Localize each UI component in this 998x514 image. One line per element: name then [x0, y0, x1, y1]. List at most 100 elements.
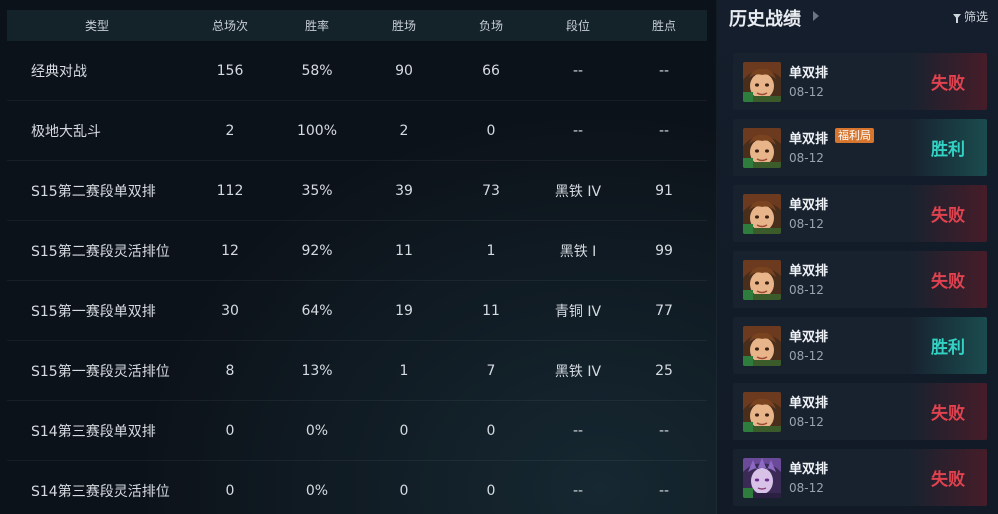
champion-avatar: [743, 326, 781, 366]
champion-avatar: [743, 62, 781, 102]
cell-type: S15第二赛段单双排: [31, 183, 156, 200]
stats-table-header: 类型 总场次 胜率 胜场 负场 段位 胜点: [7, 10, 707, 41]
cell-total-games: 12: [221, 242, 239, 259]
level-indicator: [743, 422, 753, 432]
cell-league-points: --: [658, 482, 670, 499]
level-indicator: [743, 224, 753, 234]
filter-button[interactable]: 筛选: [952, 8, 988, 25]
match-result: 胜利: [909, 119, 987, 176]
match-mode: 单双排: [789, 396, 829, 411]
cell-type: S15第二赛段灵活排位: [31, 243, 170, 260]
champion-avatar: [743, 458, 781, 498]
header-losses: 负场: [478, 19, 503, 33]
cell-win-rate: 58%: [301, 62, 333, 79]
level-indicator: [743, 92, 753, 102]
stats-table-body: 经典对战 156 58% 90 66 -- -- 极地大乱斗 2 100% 2 …: [7, 41, 707, 514]
table-row: S15第二赛段灵活排位 12 92% 11 1 黑铁 Ⅰ 99: [7, 221, 707, 281]
cell-wins: 0: [399, 422, 409, 439]
cell-losses: 0: [486, 422, 496, 439]
cell-type: 极地大乱斗: [31, 123, 101, 140]
match-date: 08-12: [789, 283, 824, 297]
match-card[interactable]: 单双排 08-12 失败: [733, 383, 987, 440]
table-row: S15第二赛段单双排 112 35% 39 73 黑铁 IV 91: [7, 161, 707, 221]
cell-rank: --: [572, 62, 584, 79]
match-date: 08-12: [789, 481, 824, 495]
match-mode: 单双排: [789, 330, 829, 345]
level-indicator: [743, 158, 753, 168]
cell-total-games: 112: [216, 182, 244, 199]
chevron-right-icon[interactable]: [813, 11, 819, 21]
cell-wins: 2: [399, 122, 409, 139]
cell-rank: 黑铁 IV: [554, 183, 602, 200]
match-result: 失败: [909, 383, 987, 440]
cell-losses: 7: [486, 362, 496, 379]
level-indicator: [743, 488, 753, 498]
cell-losses: 66: [482, 62, 500, 79]
cell-total-games: 156: [216, 62, 244, 79]
champion-avatar: [743, 260, 781, 300]
cell-wins: 0: [399, 482, 409, 499]
cell-win-rate: 35%: [301, 182, 333, 199]
table-row: S14第三赛段单双排 0 0% 0 0 -- --: [7, 401, 707, 461]
match-mode: 单双排: [789, 264, 829, 279]
cell-type: 经典对战: [31, 63, 87, 80]
app-root: 类型 总场次 胜率 胜场 负场 段位 胜点 经典对战 156 58% 90 66…: [0, 0, 998, 514]
match-result: 失败: [909, 251, 987, 308]
cell-league-points: 25: [655, 362, 673, 379]
cell-league-points: --: [658, 422, 670, 439]
cell-type: S14第三赛段单双排: [31, 423, 156, 440]
champion-avatar: [743, 194, 781, 234]
match-date: 08-12: [789, 151, 824, 165]
match-result: 失败: [909, 53, 987, 110]
match-history-panel: 历史战绩 筛选 单双排 08-12 失败 单双排 福利局 08-12 胜利 单双排 08-12 失…: [717, 0, 998, 514]
match-date: 08-12: [789, 217, 824, 231]
match-result: 胜利: [909, 317, 987, 374]
match-mode: 单双排: [789, 66, 829, 81]
stats-table: 类型 总场次 胜率 胜场 负场 段位 胜点 经典对战 156 58% 90 66…: [0, 0, 716, 514]
cell-type: S15第一赛段灵活排位: [31, 363, 170, 380]
cell-win-rate: 0%: [305, 482, 329, 499]
cell-total-games: 8: [225, 362, 235, 379]
match-history-title[interactable]: 历史战绩: [729, 5, 801, 31]
funnel-icon: [952, 14, 961, 23]
cell-rank: 黑铁 IV: [554, 363, 602, 380]
match-mode: 单双排: [789, 132, 829, 147]
match-list: 单双排 08-12 失败 单双排 福利局 08-12 胜利 单双排 08-12 失败 单双排 08-1…: [733, 53, 987, 514]
filter-label: 筛选: [963, 10, 988, 24]
cell-losses: 0: [486, 122, 496, 139]
match-card[interactable]: 单双排 08-12 胜利: [733, 317, 987, 374]
match-card[interactable]: 单双排 08-12 失败: [733, 53, 987, 110]
cell-total-games: 0: [225, 482, 235, 499]
match-card[interactable]: 单双排 08-12 失败: [733, 185, 987, 242]
header-type: 类型: [84, 19, 109, 33]
cell-wins: 11: [395, 242, 413, 259]
match-result: 失败: [909, 185, 987, 242]
cell-losses: 11: [482, 302, 500, 319]
cell-rank: 青铜 IV: [554, 303, 602, 320]
cell-total-games: 30: [221, 302, 239, 319]
header-league-points: 胜点: [651, 19, 676, 33]
table-row: S15第一赛段灵活排位 8 13% 1 7 黑铁 IV 25: [7, 341, 707, 401]
match-card[interactable]: 单双排 08-12 失败: [733, 449, 987, 506]
cell-rank: --: [572, 482, 584, 499]
match-card[interactable]: 单双排 08-12 失败: [733, 251, 987, 308]
table-row: S15第一赛段单双排 30 64% 19 11 青铜 IV 77: [7, 281, 707, 341]
level-indicator: [743, 290, 753, 300]
table-row: S14第三赛段灵活排位 0 0% 0 0 -- --: [7, 461, 707, 514]
match-mode: 单双排: [789, 462, 829, 477]
cell-rank: --: [572, 122, 584, 139]
cell-wins: 19: [395, 302, 413, 319]
header-win-rate: 胜率: [304, 19, 329, 33]
header-rank: 段位: [565, 19, 590, 33]
cell-losses: 1: [486, 242, 496, 259]
cell-win-rate: 13%: [301, 362, 333, 379]
cell-league-points: --: [658, 122, 670, 139]
match-badge: 福利局: [835, 128, 874, 143]
match-mode: 单双排: [789, 198, 829, 213]
cell-losses: 73: [482, 182, 500, 199]
match-date: 08-12: [789, 85, 824, 99]
table-row: 经典对战 156 58% 90 66 -- --: [7, 41, 707, 101]
cell-type: S14第三赛段灵活排位: [31, 483, 170, 500]
match-card[interactable]: 单双排 福利局 08-12 胜利: [733, 119, 987, 176]
cell-wins: 39: [395, 182, 413, 199]
